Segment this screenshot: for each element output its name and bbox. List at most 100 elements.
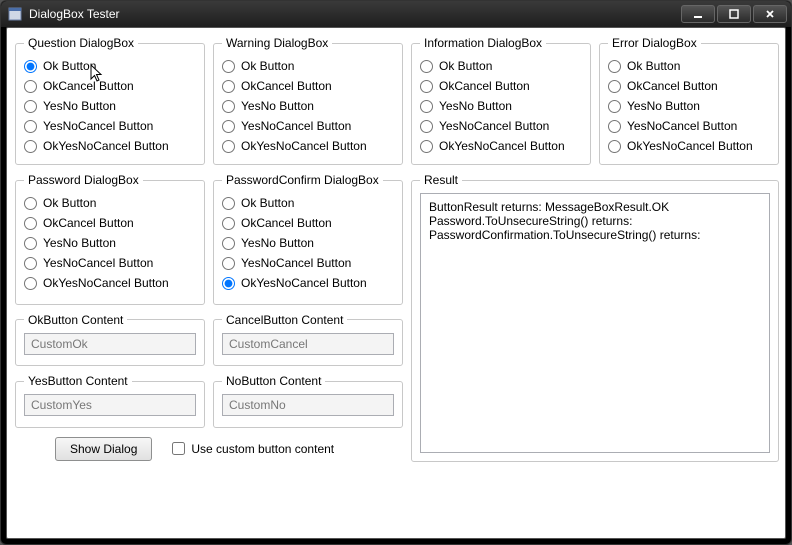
yesbutton-content-input[interactable] xyxy=(24,394,196,416)
radio-label: YesNo Button xyxy=(241,99,314,113)
group-legend: Warning DialogBox xyxy=(222,36,332,50)
cancelbutton-content-input[interactable] xyxy=(222,333,394,355)
group-result: Result ButtonResult returns: MessageBoxR… xyxy=(411,173,779,462)
group-error-dialogbox: Error DialogBox Ok ButtonOkCancel Button… xyxy=(599,36,779,165)
radio-input[interactable] xyxy=(222,100,235,113)
radio-input[interactable] xyxy=(24,217,37,230)
radio-option[interactable]: OkCancel Button xyxy=(24,213,196,233)
radio-input[interactable] xyxy=(420,60,433,73)
radio-option[interactable]: YesNo Button xyxy=(222,96,394,116)
radio-label: YesNoCancel Button xyxy=(241,256,351,270)
radio-option[interactable]: OkYesNoCancel Button xyxy=(420,136,582,156)
radio-option[interactable]: YesNo Button xyxy=(24,96,196,116)
radio-option[interactable]: OkCancel Button xyxy=(222,213,394,233)
use-custom-content-checkbox-input[interactable] xyxy=(172,442,185,455)
radio-label: OkCancel Button xyxy=(43,216,134,230)
radio-option[interactable]: OkYesNoCancel Button xyxy=(222,136,394,156)
radio-option[interactable]: OkCancel Button xyxy=(24,76,196,96)
radio-input[interactable] xyxy=(24,257,37,270)
radio-option[interactable]: YesNoCancel Button xyxy=(222,116,394,136)
radio-option[interactable]: Ok Button xyxy=(24,193,196,213)
use-custom-content-checkbox[interactable]: Use custom button content xyxy=(172,442,334,456)
radio-option[interactable]: YesNoCancel Button xyxy=(608,116,770,136)
radio-label: YesNo Button xyxy=(43,236,116,250)
radio-input[interactable] xyxy=(222,140,235,153)
radio-option[interactable]: Ok Button xyxy=(222,56,394,76)
radio-label: YesNo Button xyxy=(439,99,512,113)
radio-input[interactable] xyxy=(24,140,37,153)
radio-input[interactable] xyxy=(222,197,235,210)
titlebar[interactable]: DialogBox Tester xyxy=(1,1,791,27)
radio-option[interactable]: OkCancel Button xyxy=(420,76,582,96)
radio-option[interactable]: OkYesNoCancel Button xyxy=(24,136,196,156)
group-legend: PasswordConfirm DialogBox xyxy=(222,173,383,187)
radio-input[interactable] xyxy=(608,80,621,93)
radio-label: OkYesNoCancel Button xyxy=(241,276,367,290)
minimize-button[interactable] xyxy=(681,5,715,23)
radio-input[interactable] xyxy=(222,217,235,230)
radio-input[interactable] xyxy=(24,80,37,93)
radio-input[interactable] xyxy=(24,277,37,290)
radio-option[interactable]: YesNoCancel Button xyxy=(222,253,394,273)
show-dialog-button[interactable]: Show Dialog xyxy=(55,437,152,461)
radio-input[interactable] xyxy=(420,140,433,153)
radio-label: YesNoCancel Button xyxy=(43,256,153,270)
actions-row: Show Dialog Use custom button content xyxy=(15,436,403,463)
app-window: DialogBox Tester Question DialogBox Ok B… xyxy=(0,0,792,545)
radio-input[interactable] xyxy=(24,100,37,113)
radio-option[interactable]: OkYesNoCancel Button xyxy=(222,273,394,293)
radio-input[interactable] xyxy=(420,100,433,113)
radio-label: YesNoCancel Button xyxy=(241,119,351,133)
radio-label: YesNo Button xyxy=(627,99,700,113)
radio-option[interactable]: YesNoCancel Button xyxy=(24,116,196,136)
radio-input[interactable] xyxy=(608,140,621,153)
group-password-dialogbox: Password DialogBox Ok ButtonOkCancel But… xyxy=(15,173,205,305)
radio-input[interactable] xyxy=(222,80,235,93)
radio-input[interactable] xyxy=(24,197,37,210)
radio-input[interactable] xyxy=(608,120,621,133)
group-legend: NoButton Content xyxy=(222,374,325,388)
radio-label: Ok Button xyxy=(241,196,294,210)
radio-option[interactable]: OkCancel Button xyxy=(608,76,770,96)
radio-input[interactable] xyxy=(608,60,621,73)
radio-label: YesNoCancel Button xyxy=(43,119,153,133)
radio-option[interactable]: YesNo Button xyxy=(420,96,582,116)
radio-input[interactable] xyxy=(24,237,37,250)
radio-label: YesNoCancel Button xyxy=(439,119,549,133)
radio-input[interactable] xyxy=(222,120,235,133)
group-question-dialogbox: Question DialogBox Ok ButtonOkCancel But… xyxy=(15,36,205,165)
radio-input[interactable] xyxy=(608,100,621,113)
radio-option[interactable]: YesNo Button xyxy=(24,233,196,253)
close-button[interactable] xyxy=(753,5,787,23)
maximize-button[interactable] xyxy=(717,5,751,23)
radio-option[interactable]: Ok Button xyxy=(24,56,196,76)
radio-input[interactable] xyxy=(420,120,433,133)
radio-option[interactable]: Ok Button xyxy=(608,56,770,76)
radio-input[interactable] xyxy=(222,277,235,290)
radio-option[interactable]: YesNo Button xyxy=(608,96,770,116)
radio-option[interactable]: OkYesNoCancel Button xyxy=(24,273,196,293)
radio-label: YesNo Button xyxy=(43,99,116,113)
group-okbutton-content: OkButton Content xyxy=(15,313,205,367)
okbutton-content-input[interactable] xyxy=(24,333,196,355)
radio-option[interactable]: Ok Button xyxy=(420,56,582,76)
radio-option[interactable]: OkCancel Button xyxy=(222,76,394,96)
radio-option[interactable]: YesNo Button xyxy=(222,233,394,253)
radio-input[interactable] xyxy=(24,60,37,73)
radio-input[interactable] xyxy=(24,120,37,133)
app-icon xyxy=(7,6,23,22)
radio-input[interactable] xyxy=(222,237,235,250)
group-legend: YesButton Content xyxy=(24,374,132,388)
radio-input[interactable] xyxy=(420,80,433,93)
window-buttons xyxy=(681,5,787,23)
radio-label: OkCancel Button xyxy=(439,79,530,93)
nobutton-content-input[interactable] xyxy=(222,394,394,416)
radio-option[interactable]: YesNoCancel Button xyxy=(420,116,582,136)
radio-option[interactable]: OkYesNoCancel Button xyxy=(608,136,770,156)
radio-input[interactable] xyxy=(222,257,235,270)
radio-label: OkCancel Button xyxy=(241,79,332,93)
radio-input[interactable] xyxy=(222,60,235,73)
radio-label: OkYesNoCancel Button xyxy=(241,139,367,153)
radio-option[interactable]: Ok Button xyxy=(222,193,394,213)
radio-option[interactable]: YesNoCancel Button xyxy=(24,253,196,273)
